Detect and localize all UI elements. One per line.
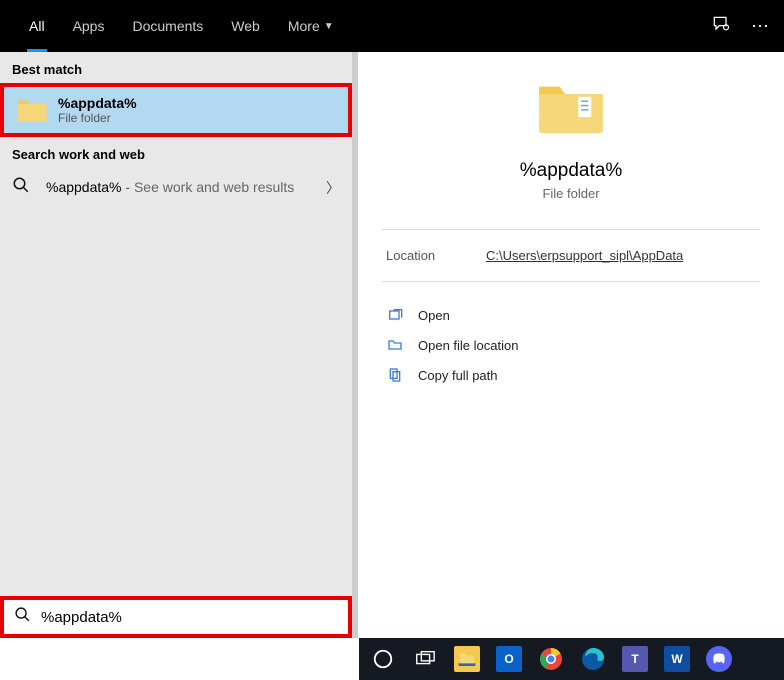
tab-all[interactable]: All: [15, 0, 59, 52]
web-search-result[interactable]: %appdata% - See work and web results 〉: [0, 168, 352, 207]
divider: [382, 229, 760, 230]
more-options-icon[interactable]: ⋯: [751, 16, 769, 37]
folder-open-icon: [386, 336, 404, 354]
copy-icon: [386, 366, 404, 384]
preview-folder-icon: [536, 78, 606, 136]
chevron-down-icon: ▼: [324, 21, 334, 32]
divider: [382, 281, 760, 282]
discord-icon[interactable]: [705, 645, 733, 673]
tab-apps[interactable]: Apps: [59, 0, 119, 52]
action-label: Open: [418, 308, 450, 323]
search-tabs-bar: All Apps Documents Web More▼ ⋯: [0, 0, 784, 52]
chevron-right-icon: 〉: [326, 178, 340, 198]
best-match-result[interactable]: %appdata% File folder: [0, 83, 352, 137]
location-value[interactable]: C:\Users\erpsupport_sipl\AppData: [486, 248, 683, 263]
result-subtitle: File folder: [58, 111, 336, 125]
preview-subtitle: File folder: [358, 186, 784, 201]
folder-icon: [16, 96, 48, 124]
best-match-header: Best match: [0, 52, 352, 83]
preview-panel: %appdata% File folder Location C:\Users\…: [358, 52, 784, 638]
action-open-location[interactable]: Open file location: [358, 330, 784, 360]
result-title: %appdata%: [58, 95, 336, 111]
cortana-icon[interactable]: [369, 645, 397, 673]
tab-more[interactable]: More▼: [274, 0, 348, 52]
search-input[interactable]: [41, 609, 338, 626]
search-web-header: Search work and web: [0, 137, 352, 168]
open-icon: [386, 306, 404, 324]
tab-web[interactable]: Web: [217, 0, 274, 52]
feedback-icon[interactable]: [711, 14, 731, 39]
edge-icon[interactable]: [579, 645, 607, 673]
tab-documents[interactable]: Documents: [118, 0, 217, 52]
chrome-icon[interactable]: [537, 645, 565, 673]
outlook-icon[interactable]: O: [495, 645, 523, 673]
action-label: Open file location: [418, 338, 518, 353]
search-bar[interactable]: [0, 596, 352, 638]
results-panel: Best match %appdata% File folder Search …: [0, 52, 352, 638]
explorer-icon[interactable]: [453, 645, 481, 673]
action-label: Copy full path: [418, 368, 498, 383]
taskbar: O T W: [359, 638, 784, 680]
web-query-text: %appdata%: [46, 179, 122, 195]
preview-title: %appdata%: [358, 160, 784, 182]
taskview-icon[interactable]: [411, 645, 439, 673]
word-icon[interactable]: W: [663, 645, 691, 673]
search-icon: [12, 176, 32, 199]
search-icon: [14, 606, 31, 628]
location-label: Location: [386, 248, 486, 263]
action-copy-path[interactable]: Copy full path: [358, 360, 784, 390]
web-query-suffix: - See work and web results: [122, 179, 295, 195]
action-open[interactable]: Open: [358, 300, 784, 330]
teams-icon[interactable]: T: [621, 645, 649, 673]
